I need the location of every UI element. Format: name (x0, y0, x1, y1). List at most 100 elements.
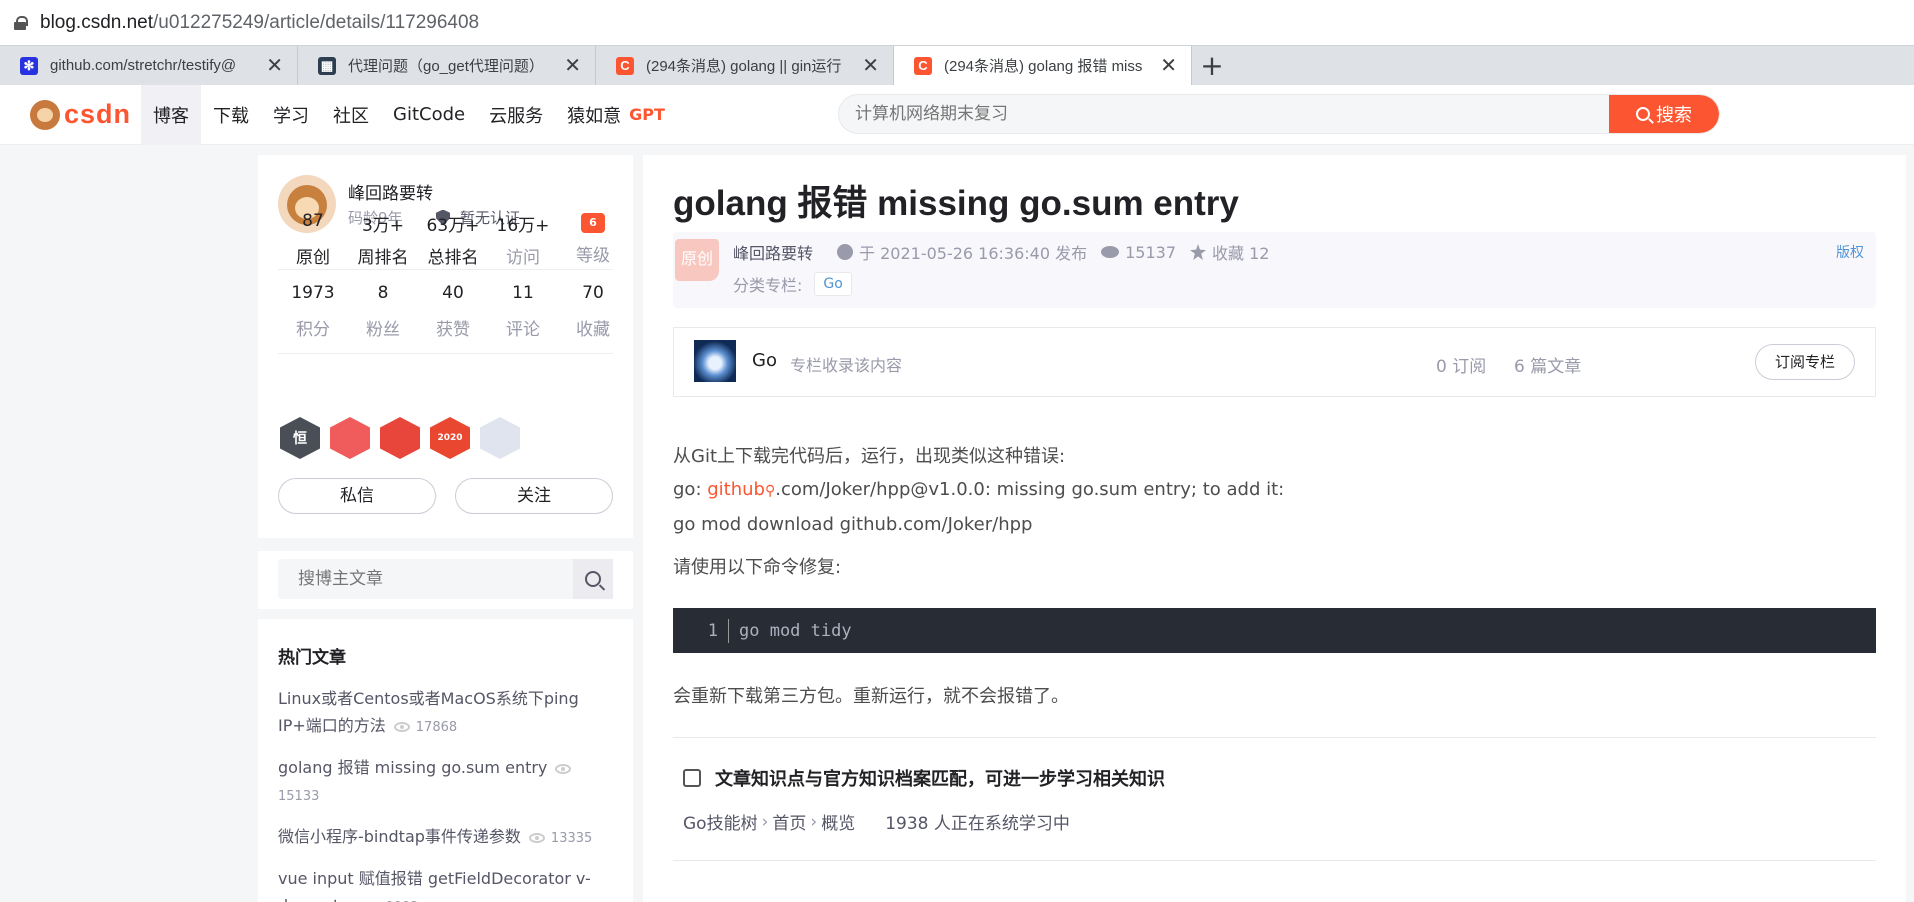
subscribe-column-button[interactable]: 订阅专栏 (1755, 344, 1855, 380)
column-article-count: 6 篇文章 (1514, 357, 1582, 377)
column-sub: 专栏收录该内容 (790, 356, 903, 375)
knowledge-icon (683, 769, 701, 787)
browser-tab-active[interactable]: C (294条消息) golang 报错 miss ✕ (894, 46, 1192, 85)
badge-icon[interactable]: 2020 (430, 417, 470, 459)
crumb-home[interactable]: 首页 (772, 809, 806, 834)
badge-list: 恒 2020 (280, 417, 520, 459)
nav-cloud[interactable]: 云服务 (477, 85, 555, 145)
badge-icon[interactable] (330, 417, 370, 459)
blog-search-input[interactable] (278, 559, 573, 599)
column-name[interactable]: Go (752, 350, 777, 371)
message-button[interactable]: 私信 (278, 478, 436, 514)
github-link[interactable]: github (707, 479, 765, 500)
code-text: go mod tidy (739, 620, 852, 641)
eye-icon (528, 832, 545, 843)
eye-icon (393, 721, 410, 732)
eye-icon (555, 763, 572, 774)
close-icon[interactable]: ✕ (1160, 53, 1177, 78)
stat-fans[interactable]: 8 粉丝 (348, 283, 418, 340)
column-box: Go 专栏收录该内容 0 订阅 6 篇文章 订阅专栏 (673, 327, 1876, 397)
divider (673, 860, 1876, 861)
learners-count: 1938 人正在系统学习中 (885, 814, 1070, 834)
browser-tab[interactable]: ▦ 代理问题（go_get代理问题） ✕ (298, 46, 596, 85)
article-meta: 原创 峰回路要转 于 2021-05-26 16:36:40 发布 15137 … (673, 232, 1876, 308)
badge-icon[interactable] (480, 417, 520, 459)
profile-stats-row1: 87 原创 3万+ 周排名 63万+ 总排名 16万+ 访问 6 等级 (278, 211, 628, 268)
article-paragraph: 会重新下载第三方包。重新运行，就不会报错了。 (673, 686, 1069, 707)
csdn-icon: C (914, 56, 932, 75)
article-main: golang 报错 missing go.sum entry 原创 峰回路要转 … (643, 155, 1906, 902)
hot-articles-card: 热门文章 Linux或者Centos或者MacOS系统下ping IP+端口的方… (258, 619, 633, 902)
browser-tab[interactable]: ✻ github.com/stretchr/testify@ ✕ (0, 46, 298, 85)
search-icon: ⚲ (764, 483, 776, 499)
article-author[interactable]: 峰回路要转 (733, 240, 813, 264)
divider (278, 269, 613, 270)
search-button[interactable]: 搜索 (1609, 95, 1719, 133)
article-title: golang 报错 missing go.sum entry (673, 184, 1239, 223)
address-bar[interactable]: blog.csdn.net/u012275249/article/details… (0, 0, 1914, 45)
lock-icon (14, 15, 28, 30)
close-icon[interactable]: ✕ (266, 53, 283, 78)
crumb-overview[interactable]: 概览 (821, 809, 855, 834)
browser-tab[interactable]: C (294条消息) golang || gin运行 ✕ (596, 46, 894, 85)
new-tab-button[interactable]: + (1192, 46, 1232, 85)
stat-comments[interactable]: 11 评论 (488, 283, 558, 340)
stat-week-rank[interactable]: 3万+ 周排名 (348, 211, 418, 268)
author-name[interactable]: 峰回路要转 (348, 179, 433, 204)
knowledge-breadcrumb: Go技能树 › 首页 › 概览 1938 人正在系统学习中 (683, 809, 1070, 835)
paw-icon: ✻ (20, 56, 38, 75)
nav-learn[interactable]: 学习 (261, 85, 321, 145)
tab-strip: ✻ github.com/stretchr/testify@ ✕ ▦ 代理问题（… (0, 45, 1914, 85)
view-count: 15137 (1125, 242, 1177, 262)
stat-level[interactable]: 6 等级 (558, 211, 628, 268)
category-label: 分类专栏: (733, 276, 803, 295)
csdn-icon: C (616, 56, 634, 75)
search-icon (1636, 107, 1650, 121)
copyright-link[interactable]: 版权 (1836, 242, 1864, 262)
url-text[interactable]: blog.csdn.net/u012275249/article/details… (40, 12, 479, 34)
stat-points[interactable]: 1973 积分 (278, 283, 348, 340)
column-cover-image[interactable] (694, 340, 736, 382)
knowledge-title: 文章知识点与官方知识档案匹配，可进一步学习相关知识 (683, 765, 1165, 791)
close-icon[interactable]: ✕ (564, 53, 581, 78)
stat-favorites[interactable]: 70 收藏 (558, 283, 628, 340)
divider (278, 353, 613, 354)
hot-article-item[interactable]: vue input 赋值报错 getFieldDecorator v-decor… (278, 865, 618, 902)
nav-community[interactable]: 社区 (321, 85, 381, 145)
level-icon: 6 (581, 213, 605, 233)
blog-search-card (258, 551, 633, 609)
stat-total-rank[interactable]: 63万+ 总排名 (418, 211, 488, 268)
csdn-logo[interactable]: csdn (30, 99, 131, 130)
nav-gitcode[interactable]: GitCode (381, 85, 477, 145)
close-icon[interactable]: ✕ (862, 53, 879, 78)
column-subscribers: 0 订阅 (1436, 357, 1487, 377)
stat-likes[interactable]: 40 获赞 (418, 283, 488, 340)
article-body: 从Git上下载完代码后，运行，出现类似这种错误: go: github⚲.com… (673, 446, 1285, 578)
collect-count[interactable]: 收藏 12 (1212, 240, 1269, 264)
nav-yuanruyi[interactable]: 猿如意 GPT (555, 85, 677, 145)
nav-download[interactable]: 下载 (201, 85, 261, 145)
monkey-logo-icon (30, 99, 60, 130)
code-block[interactable]: 1 go mod tidy (673, 608, 1876, 653)
site-search-input[interactable] (839, 95, 1609, 133)
badge-icon[interactable]: 恒 (280, 417, 320, 459)
csdn-toolbar: csdn 博客 下载 学习 社区 GitCode 云服务 猿如意GPT 搜索 (0, 84, 1914, 145)
eye-icon (1101, 246, 1120, 258)
hot-article-item[interactable]: Linux或者Centos或者MacOS系统下ping IP+端口的方法 1786… (278, 685, 618, 741)
nav-blog[interactable]: 博客 (141, 84, 202, 145)
stat-original[interactable]: 87 原创 (278, 211, 348, 268)
site-icon: ▦ (318, 56, 336, 75)
follow-button[interactable]: 关注 (455, 478, 613, 514)
blog-search-button[interactable] (573, 559, 613, 599)
hot-article-item[interactable]: golang 报错 missing go.sum entry 15133 (278, 754, 618, 810)
hot-articles-title: 热门文章 (278, 648, 346, 668)
site-search: 搜索 (838, 94, 1720, 134)
crumb-go-tree[interactable]: Go技能树 (683, 809, 758, 834)
category-tag[interactable]: Go (814, 272, 852, 296)
hot-article-item[interactable]: 微信小程序-bindtap事件传递参数 13335 (278, 823, 618, 852)
badge-icon[interactable] (380, 417, 420, 459)
original-badge: 原创 (675, 239, 719, 281)
author-profile-card: 峰回路要转 码龄9年 暂无认证 87 原创 3万+ 周排名 63万+ 总排名 16万+… (258, 155, 633, 538)
star-icon (1190, 244, 1207, 260)
stat-visits[interactable]: 16万+ 访问 (488, 211, 558, 268)
